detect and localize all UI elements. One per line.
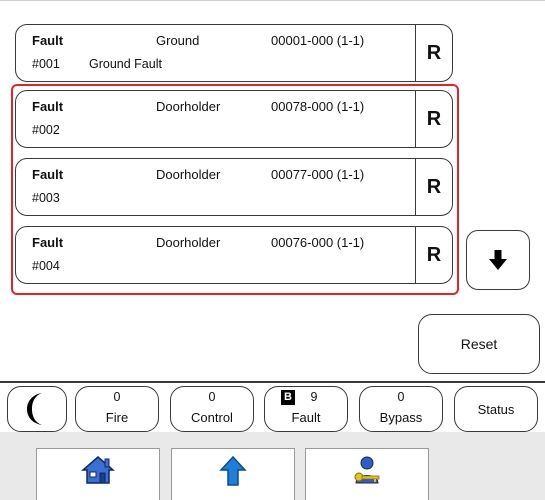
moon-icon [27,393,42,425]
event-type: Fault [32,235,64,250]
event-description: Ground Fault [89,57,162,71]
scroll-down-button[interactable] [466,230,530,290]
bypass-counter-button[interactable]: 0 Bypass [359,386,443,432]
status-bar-divider [0,381,545,383]
event-number: #003 [32,191,60,205]
event-card-3[interactable]: Fault Doorholder 00077-000 (1-1) #003 R [15,158,453,216]
bypass-count: 0 [397,390,405,404]
event-type: Fault [32,33,64,48]
fault-label: Fault [291,410,321,425]
event-address: 00078-000 (1-1) [271,99,365,114]
day-night-button[interactable] [7,386,67,432]
house-icon [81,456,115,484]
status-button[interactable]: Status [454,386,538,432]
event-reset-button[interactable]: R [416,227,452,283]
event-number: #001 [32,57,60,71]
event-card-4[interactable]: Fault Doorholder 00076-000 (1-1) #004 R [15,226,453,284]
control-label: Control [191,410,233,425]
event-device: Doorholder [156,99,221,114]
bypass-label: Bypass [379,410,423,425]
up-level-button[interactable] [171,448,295,500]
user-key-icon [354,456,380,484]
fire-counter-button[interactable]: 0 Fire [75,386,159,432]
event-address: 00001-000 (1-1) [271,33,365,48]
event-type: Fault [32,99,64,114]
event-reset-button[interactable]: R [416,91,452,147]
event-card-1[interactable]: Fault Ground 00001-000 (1-1) #001 Ground… [15,24,453,82]
reset-button[interactable]: Reset [418,314,540,374]
login-button[interactable] [305,448,429,500]
event-type: Fault [32,167,64,182]
control-counter-button[interactable]: 0 Control [170,386,254,432]
down-arrow-icon [489,250,507,270]
event-address: 00076-000 (1-1) [271,235,365,250]
event-card-2[interactable]: Fault Doorholder 00078-000 (1-1) #002 R [15,90,453,148]
home-button[interactable] [36,448,160,500]
fire-label: Fire [105,410,129,425]
fire-count: 0 [113,390,121,404]
fault-counter-button[interactable]: B 9 Fault [264,386,348,432]
event-panel: Fault Ground 00001-000 (1-1) #001 Ground… [0,0,545,430]
event-device: Ground [156,33,200,48]
control-count: 0 [208,390,216,404]
event-address: 00077-000 (1-1) [271,167,365,182]
event-reset-button[interactable]: R [416,159,452,215]
up-arrow-icon [219,455,247,486]
event-number: #002 [32,123,60,137]
fault-count: 9 [310,390,318,404]
event-reset-button[interactable]: R [416,25,452,81]
event-device: Doorholder [156,235,221,250]
event-number: #004 [32,259,60,273]
event-device: Doorholder [156,167,221,182]
